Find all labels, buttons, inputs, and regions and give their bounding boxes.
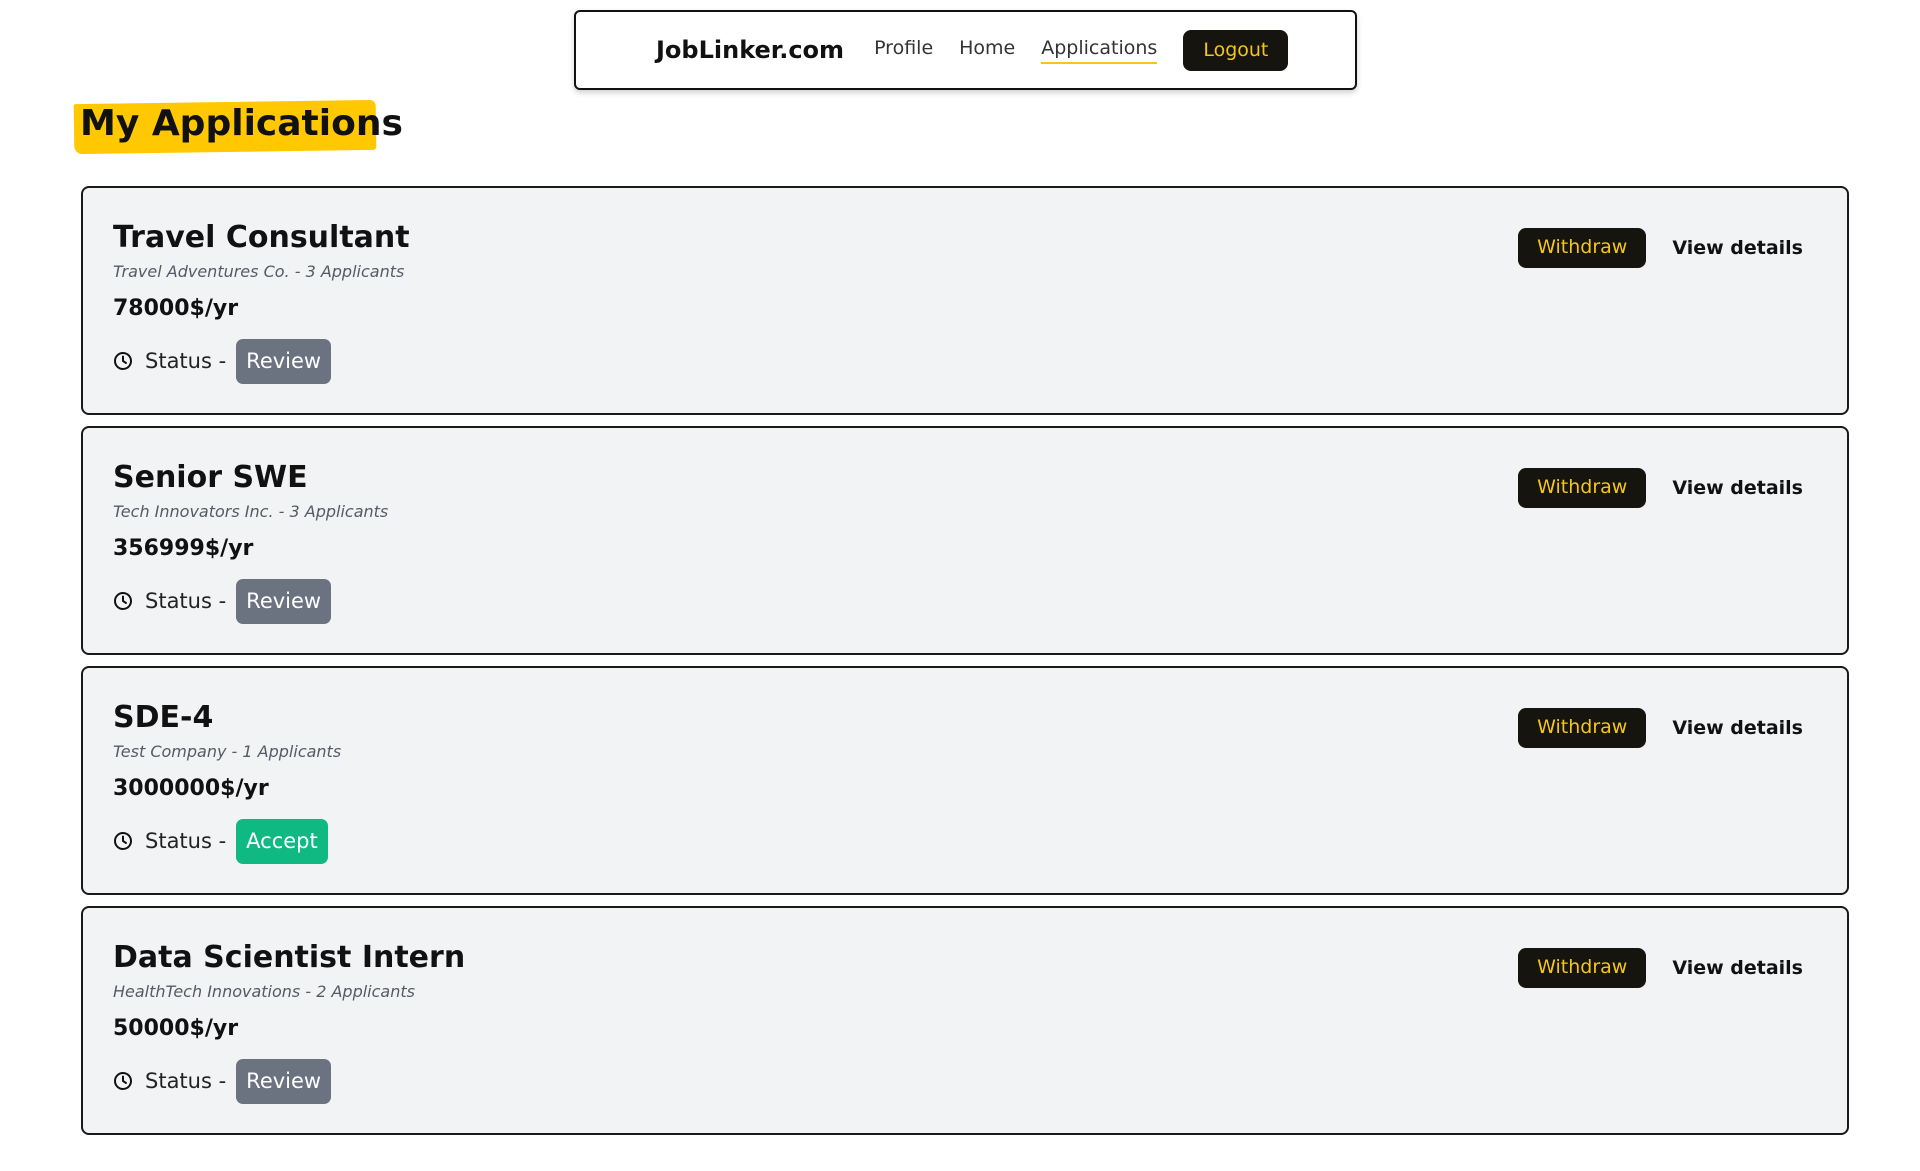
job-salary: 3000000$/yr [113, 776, 269, 801]
withdraw-button[interactable]: Withdraw [1518, 468, 1647, 508]
status-row: Status - Review [113, 578, 332, 624]
job-company-applicants: Tech Innovators Inc. - 3 Applicants [113, 502, 389, 521]
nav-link-home[interactable]: Home [959, 37, 1015, 64]
withdraw-button[interactable]: Withdraw [1518, 948, 1647, 988]
job-company-applicants: HealthTech Innovations - 2 Applicants [113, 982, 415, 1001]
application-card-1: Travel Consultant Travel Adventures Co. … [81, 186, 1849, 415]
status-row: Status - Review [113, 338, 332, 384]
card-actions: Withdraw View details [1518, 228, 1803, 268]
application-card-2: Senior SWE Tech Innovators Inc. - 3 Appl… [81, 426, 1849, 655]
applications-list: Travel Consultant Travel Adventures Co. … [81, 186, 1849, 1146]
card-actions: Withdraw View details [1518, 468, 1803, 508]
application-card-4: Data Scientist Intern HealthTech Innovat… [81, 906, 1849, 1135]
job-company-applicants: Test Company - 1 Applicants [113, 742, 342, 761]
page-title-wrapper: My Applications [73, 96, 403, 155]
withdraw-button[interactable]: Withdraw [1518, 228, 1647, 268]
clock-icon [113, 1071, 133, 1091]
status-label: Status - [145, 1069, 227, 1093]
view-details-link[interactable]: View details [1672, 477, 1803, 499]
nav-link-applications[interactable]: Applications [1041, 37, 1158, 64]
clock-icon [113, 591, 133, 611]
withdraw-button[interactable]: Withdraw [1518, 708, 1647, 748]
job-title: Travel Consultant [113, 220, 410, 255]
view-details-link[interactable]: View details [1672, 237, 1803, 259]
brand-logo-text[interactable]: JobLinker.com [656, 36, 844, 64]
view-details-link[interactable]: View details [1672, 957, 1803, 979]
job-salary: 50000$/yr [113, 1016, 239, 1041]
nav-link-profile[interactable]: Profile [874, 37, 933, 64]
page-title: My Applications [80, 103, 403, 144]
page: JobLinker.com Profile Home Applications … [0, 0, 1920, 1171]
status-badge: Review [236, 578, 332, 624]
card-actions: Withdraw View details [1518, 948, 1803, 988]
view-details-link[interactable]: View details [1672, 717, 1803, 739]
top-navbar: JobLinker.com Profile Home Applications … [574, 10, 1357, 90]
application-card-3: SDE-4 Test Company - 1 Applicants 300000… [81, 666, 1849, 895]
status-label: Status - [145, 589, 227, 613]
job-title: Senior SWE [113, 460, 308, 495]
job-title: Data Scientist Intern [113, 940, 466, 975]
job-salary: 356999$/yr [113, 536, 254, 561]
clock-icon [113, 351, 133, 371]
status-badge: Review [236, 1058, 332, 1104]
status-label: Status - [145, 349, 227, 373]
status-row: Status - Review [113, 1058, 332, 1104]
status-badge: Accept [236, 818, 328, 864]
status-label: Status - [145, 829, 227, 853]
job-company-applicants: Travel Adventures Co. - 3 Applicants [113, 262, 405, 281]
status-row: Status - Accept [113, 818, 328, 864]
job-salary: 78000$/yr [113, 296, 239, 321]
logout-button[interactable]: Logout [1183, 29, 1289, 71]
status-badge: Review [236, 338, 332, 384]
job-title: SDE-4 [113, 700, 214, 735]
card-actions: Withdraw View details [1518, 708, 1803, 748]
clock-icon [113, 831, 133, 851]
